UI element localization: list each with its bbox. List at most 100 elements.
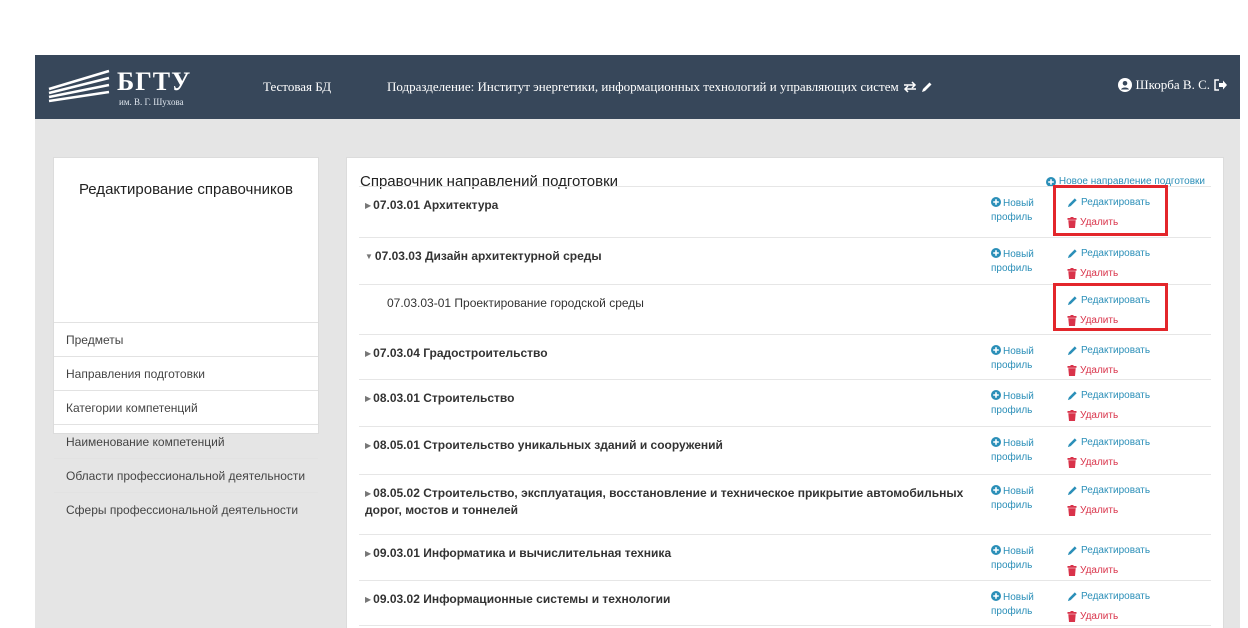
sidebar-item-professional-areas[interactable]: Области профессиональной деятельности xyxy=(54,458,318,492)
direction-label[interactable]: ▶ 08.05.02 Строительство, эксплуатация, в… xyxy=(365,485,975,519)
edit-button[interactable]: Редактировать xyxy=(1067,485,1150,496)
caret-right-icon[interactable]: ▶ xyxy=(365,489,371,498)
app-frame: БГТУ им. В. Г. Шухова Тестовая БД Подраз… xyxy=(35,55,1240,628)
trash-icon xyxy=(1067,611,1077,622)
trash-icon xyxy=(1067,505,1077,516)
pencil-icon xyxy=(1067,346,1077,356)
caret-down-icon[interactable]: ▼ xyxy=(365,252,373,261)
delete-button[interactable]: Удалить xyxy=(1067,457,1118,468)
sidebar-item-competence-names[interactable]: Наименование компетенций xyxy=(54,424,318,458)
swap-icon[interactable] xyxy=(903,81,917,93)
edit-button[interactable]: Редактировать xyxy=(1067,248,1150,259)
edit-button[interactable]: Редактировать xyxy=(1067,437,1150,448)
edit-button[interactable]: Редактировать xyxy=(1067,345,1150,356)
delete-button[interactable]: Удалить xyxy=(1067,505,1118,516)
direction-label[interactable]: ▶ 07.03.04 Градостроительство xyxy=(365,345,975,362)
direction-label[interactable]: ▶ 08.03.01 Строительство xyxy=(365,390,975,407)
table-row: ▶ 07.03.01 Архитектура Новый профиль Редакт… xyxy=(359,185,1211,238)
division-selector[interactable]: Подразделение: Институт энергетики, инфо… xyxy=(387,79,933,95)
table-row: ▶ 08.05.01 Строительство уникальных здани… xyxy=(359,427,1211,475)
sidebar-list: Предметы Направления подготовки Категори… xyxy=(54,222,318,526)
user-name: Шкорба В. С. xyxy=(1135,77,1211,92)
highlight-box xyxy=(1053,185,1168,236)
plus-circle-icon xyxy=(991,390,1001,400)
table-row: ▶ 07.03.04 Градостроительство Новый профил… xyxy=(359,335,1211,380)
delete-button[interactable]: Удалить xyxy=(1067,365,1118,376)
pencil-icon[interactable] xyxy=(921,81,933,93)
trash-icon xyxy=(1067,365,1077,376)
trash-icon xyxy=(1067,457,1077,468)
sidebar: Редактирование справочников Предметы Нап… xyxy=(53,157,319,517)
delete-button[interactable]: Удалить xyxy=(1067,565,1118,576)
delete-button[interactable]: Удалить xyxy=(1067,268,1118,279)
sidebar-item-label: Сферы профессиональной деятельности xyxy=(66,502,299,517)
sidebar-item-label: Предметы xyxy=(66,332,124,347)
direction-label[interactable]: ▶ 09.03.01 Информатика и вычислительная т… xyxy=(365,545,975,562)
plus-circle-icon xyxy=(991,248,1001,258)
new-profile-button[interactable]: Новый профиль xyxy=(991,345,1043,373)
row-text: 08.05.01 Строительство уникальных зданий… xyxy=(373,438,723,452)
user-icon xyxy=(1117,78,1132,92)
plus-circle-icon xyxy=(991,545,1001,555)
row-text: 09.03.01 Информатика и вычислительная те… xyxy=(373,546,672,560)
direction-label[interactable]: ▼ 07.03.03 Дизайн архитектурной среды xyxy=(365,248,975,265)
new-profile-button[interactable]: Новый профиль xyxy=(991,485,1043,513)
edit-label: Редактировать xyxy=(1081,485,1151,496)
delete-button[interactable]: Удалить xyxy=(1067,410,1118,421)
delete-label: Удалить xyxy=(1080,611,1119,622)
trash-icon xyxy=(1067,410,1077,421)
logo[interactable]: БГТУ им. В. Г. Шухова xyxy=(47,63,197,111)
logo-lines-icon xyxy=(48,69,110,103)
sidebar-item-label: Направления подготовки xyxy=(66,366,205,381)
delete-label: Удалить xyxy=(1080,410,1119,421)
table-row: ▶ 09.03.02 Информационные системы и техно… xyxy=(359,581,1211,626)
sidebar-item-competence-categories[interactable]: Категории компетенций xyxy=(54,390,318,424)
new-profile-button[interactable]: Новый профиль xyxy=(991,197,1043,225)
sidebar-title: Редактирование справочников xyxy=(78,180,294,198)
new-profile-button[interactable]: Новый профиль xyxy=(991,591,1043,619)
delete-label: Удалить xyxy=(1080,565,1119,576)
plus-circle-icon xyxy=(991,591,1001,601)
division-label: Подразделение: Институт энергетики, инфо… xyxy=(387,79,899,94)
sidebar-item-subjects[interactable]: Предметы xyxy=(54,322,318,356)
direction-label[interactable]: ▶ 08.05.01 Строительство уникальных здани… xyxy=(365,437,975,454)
caret-right-icon[interactable]: ▶ xyxy=(365,349,371,358)
edit-button[interactable]: Редактировать xyxy=(1067,545,1150,556)
row-text: 09.03.02 Информационные системы и технол… xyxy=(373,592,671,606)
logout-icon[interactable] xyxy=(1214,79,1228,91)
sidebar-item-label: Области профессиональной деятельности xyxy=(66,468,306,483)
direction-label[interactable]: ▶ 07.03.01 Архитектура xyxy=(365,197,975,214)
delete-label: Удалить xyxy=(1080,505,1119,516)
new-profile-button[interactable]: Новый профиль xyxy=(991,545,1043,573)
pencil-icon xyxy=(1067,546,1077,556)
caret-right-icon[interactable]: ▶ xyxy=(365,394,371,403)
edit-label: Редактировать xyxy=(1081,390,1151,401)
new-profile-button[interactable]: Новый профиль xyxy=(991,390,1043,418)
plus-circle-icon xyxy=(991,345,1001,355)
table-row: ▶ 08.05.02 Строительство, эксплуатация, в… xyxy=(359,475,1211,535)
caret-right-icon[interactable]: ▶ xyxy=(365,595,371,604)
caret-right-icon[interactable]: ▶ xyxy=(365,549,371,558)
row-text: 07.03.04 Градостроительство xyxy=(373,346,548,360)
caret-right-icon[interactable]: ▶ xyxy=(365,441,371,450)
new-profile-button[interactable]: Новый профиль xyxy=(991,248,1043,276)
edit-label: Редактировать xyxy=(1081,437,1151,448)
logo-subtitle: им. В. Г. Шухова xyxy=(119,97,184,107)
row-text: 08.05.02 Строительство, эксплуатация, во… xyxy=(365,486,964,517)
edit-label: Редактировать xyxy=(1081,248,1151,259)
logo-title: БГТУ xyxy=(117,67,192,96)
direction-label[interactable]: ▶ 09.03.02 Информационные системы и техно… xyxy=(365,591,975,608)
edit-button[interactable]: Редактировать xyxy=(1067,591,1150,602)
trash-icon xyxy=(1067,565,1077,576)
database-name[interactable]: Тестовая БД xyxy=(263,79,331,95)
user-menu[interactable]: Шкорба В. С. xyxy=(1117,77,1229,93)
delete-button[interactable]: Удалить xyxy=(1067,611,1118,622)
row-text: 07.03.01 Архитектура xyxy=(373,198,499,212)
caret-right-icon[interactable]: ▶ xyxy=(365,201,371,210)
sidebar-item-professional-spheres[interactable]: Сферы профессиональной деятельности xyxy=(54,492,318,526)
plus-circle-icon xyxy=(991,197,1001,207)
new-profile-button[interactable]: Новый профиль xyxy=(991,437,1043,465)
edit-button[interactable]: Редактировать xyxy=(1067,390,1150,401)
sidebar-item-label: Категории компетенций xyxy=(66,400,198,415)
sidebar-item-directions[interactable]: Направления подготовки xyxy=(54,356,318,390)
